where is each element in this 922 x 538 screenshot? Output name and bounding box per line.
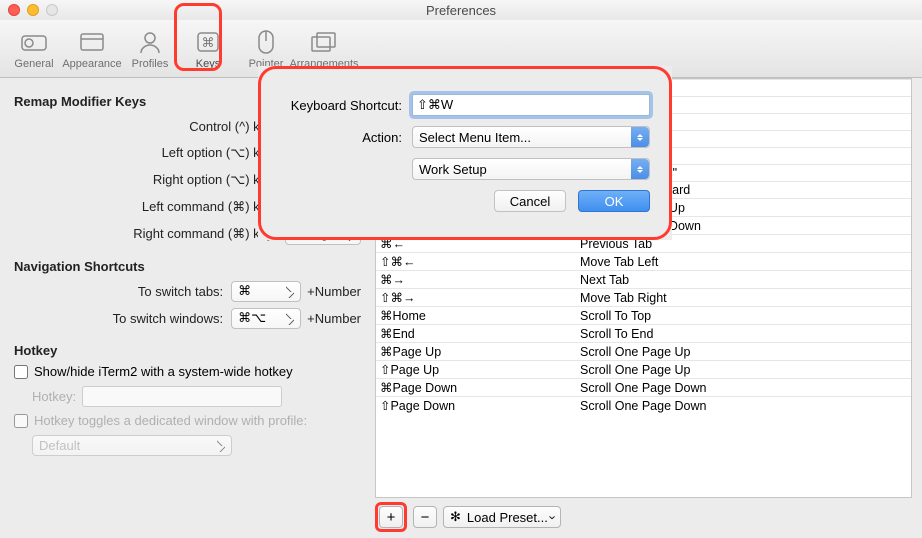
switch-windows-label: To switch windows: [14,311,231,326]
titlebar: Preferences [0,0,922,20]
remap-label: Right command (⌘) key: [14,226,285,242]
table-row[interactable]: ⌘HomeScroll To Top [376,307,911,325]
binding-action: Scroll One Page Down [576,397,911,415]
binding-key: ⌘End [376,325,576,343]
table-row[interactable]: ⌘Page UpScroll One Page Up [376,343,911,361]
switch-tabs-select[interactable]: ⌘ [231,281,301,302]
toolbar-appearance[interactable]: Appearance [66,24,118,77]
binding-action: Move Tab Right [576,289,911,307]
ok-button[interactable]: OK [578,190,650,212]
table-row[interactable]: ⇧⌘←Move Tab Left [376,253,911,271]
binding-key: ⌘Page Down [376,379,576,397]
binding-key: ⇧⌘→ [376,289,576,307]
cancel-button[interactable]: Cancel [494,190,566,212]
load-preset-dropdown[interactable]: ✻ Load Preset... [443,506,561,528]
remap-label: Left option (⌥) key: [14,145,285,161]
toolbar-profiles[interactable]: Profiles [124,24,176,77]
table-row[interactable]: ⌘EndScroll To End [376,325,911,343]
remap-label: Control (^) key: [14,119,285,134]
binding-action: Scroll One Page Down [576,379,911,397]
binding-action: Next Tab [576,271,911,289]
mouse-icon [252,28,280,56]
hotkey-toggle-label: Hotkey toggles a dedicated window with p… [34,413,307,428]
table-row[interactable]: ⇧Page UpScroll One Page Up [376,361,911,379]
hotkey-field-label: Hotkey: [32,389,82,404]
table-row[interactable]: ⇧Page DownScroll One Page Down [376,397,911,415]
shortcut-label: Keyboard Shortcut: [280,98,412,113]
table-row[interactable]: ⇧⌘→Move Tab Right [376,289,911,307]
plus-highlight: + [375,502,407,532]
binding-action: Scroll To End [576,325,911,343]
person-icon [136,28,164,56]
switch-icon [20,28,48,56]
action-select[interactable]: Select Menu Item... [412,126,650,148]
binding-key: ⌘Home [376,307,576,325]
binding-key: ⌘Page Up [376,343,576,361]
window-title: Preferences [0,3,922,18]
hotkey-field[interactable] [82,386,282,407]
keys-highlight [174,3,222,71]
chevron-up-down-icon [631,159,649,179]
shortcut-dialog: Keyboard Shortcut: Action: Select Menu I… [258,66,672,240]
chevron-up-down-icon [631,127,649,147]
nav-heading: Navigation Shortcuts [14,259,361,274]
binding-key: ⌘→ [376,271,576,289]
toolbar-general[interactable]: General [8,24,60,77]
show-hide-checkbox[interactable] [14,365,28,379]
add-binding-button[interactable]: + [379,506,403,528]
menu-item-select[interactable]: Work Setup [412,158,650,180]
stack-icon [310,28,338,56]
switch-windows-select[interactable]: ⌘⌥ [231,308,301,329]
hotkey-heading: Hotkey [14,343,361,358]
hotkey-profile-select[interactable]: Default [32,435,232,456]
binding-action: Scroll One Page Up [576,343,911,361]
table-row[interactable]: ⌘→Next Tab [376,271,911,289]
binding-action: Scroll One Page Up [576,361,911,379]
binding-action: Move Tab Left [576,253,911,271]
show-hide-label: Show/hide iTerm2 with a system-wide hotk… [34,364,293,379]
action-label: Action: [280,130,412,145]
binding-action: Scroll To Top [576,307,911,325]
remove-binding-button[interactable]: − [413,506,437,528]
window-icon [78,28,106,56]
number-suffix: +Number [301,311,361,326]
hotkey-toggle-checkbox[interactable] [14,414,28,428]
gear-icon: ✻ [450,509,461,525]
remap-label: Right option (⌥) key: [14,172,285,188]
binding-key: ⇧Page Up [376,361,576,379]
number-suffix: +Number [301,284,361,299]
table-row[interactable]: ⌘Page DownScroll One Page Down [376,379,911,397]
shortcut-input[interactable] [412,94,650,116]
switch-tabs-label: To switch tabs: [14,284,231,299]
remap-label: Left command (⌘) key: [14,199,285,215]
binding-key: ⇧Page Down [376,397,576,415]
binding-key: ⇧⌘← [376,253,576,271]
